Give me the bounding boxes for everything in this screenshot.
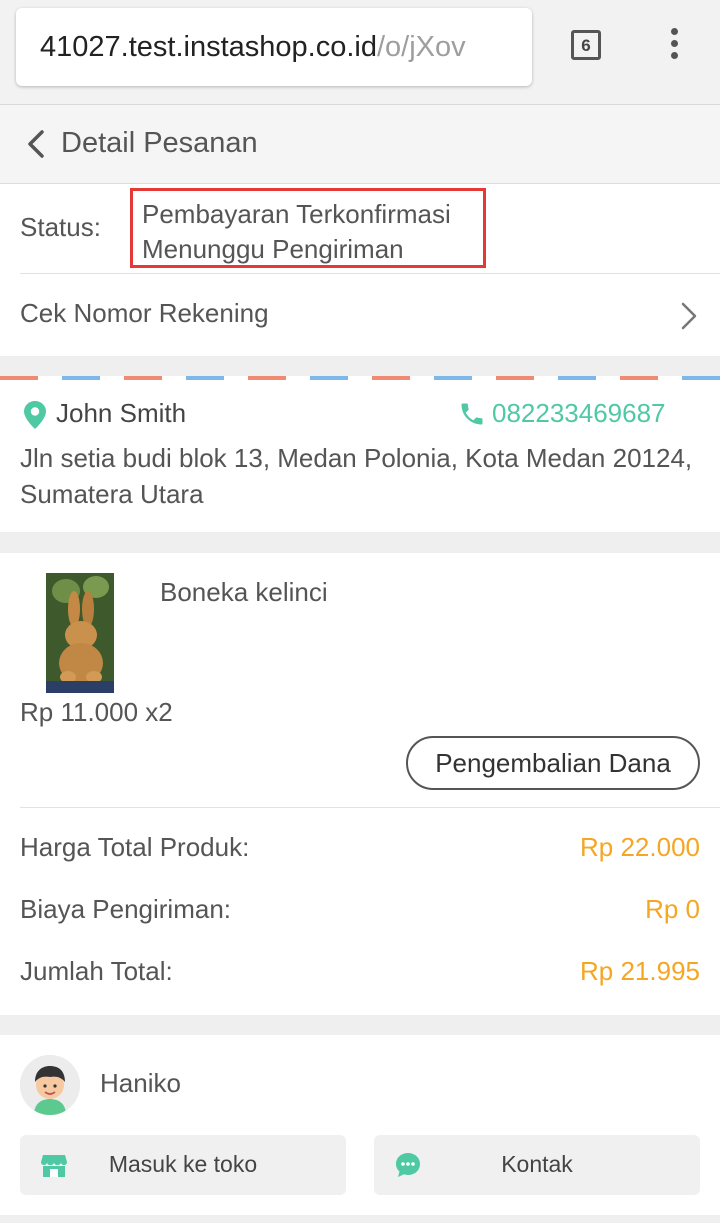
recipient-name: John Smith [56,398,187,428]
enter-store-button[interactable]: Masuk ke toko [20,1135,346,1195]
phone-icon [461,403,483,425]
url-text[interactable]: 41027.test.instashop.co.id/o/jXov [40,30,466,64]
seller-name[interactable]: Haniko [100,1068,181,1099]
shipping-cost-label: Biaya Pengiriman: [20,894,231,924]
grand-total-label: Jumlah Total: [20,956,173,986]
url-host: 41027.test.instashop.co.id [40,31,377,63]
check-account-number-row[interactable]: Cek Nomor Rekening [0,274,720,356]
product-name[interactable]: Boneka kelinci [160,577,328,608]
contact-button[interactable]: Kontak [374,1135,700,1195]
shipping-address: Jln setia budi blok 13, Medan Polonia, K… [20,443,693,509]
status-line-1: Pembayaran Terkonfirmasi [142,199,451,229]
status-card: Status: Pembayaran Terkonfirmasi Menungg… [0,184,720,356]
page-header: Detail Pesanan [0,105,720,184]
summary-row-product-total: Harga Total Produk: Rp 22.000 [0,832,720,872]
order-items-card: Boneka kelinci Rp 11.000 x2 Pengembalian… [0,553,720,1015]
shipping-cost-value: Rp 0 [645,894,700,924]
browser-toolbar: 41027.test.instashop.co.id/o/jXov 6 [0,0,720,105]
chevron-right-icon [681,302,697,330]
status-label: Status: [20,212,101,242]
product-image[interactable] [46,573,114,693]
recipient-phone[interactable]: 082233469687 [492,398,666,429]
page-title: Detail Pesanan [61,127,258,159]
refund-button[interactable]: Pengembalian Dana [406,736,700,790]
airmail-border [0,376,720,380]
contact-label: Kontak [501,1151,573,1177]
shipping-address-card: John Smith 082233469687 Jln setia budi b… [0,376,720,532]
check-account-number-label: Cek Nomor Rekening [20,298,269,328]
product-total-value: Rp 22.000 [580,832,700,862]
summary-row-shipping-cost: Biaya Pengiriman: Rp 0 [0,894,720,934]
address-bar[interactable]: 41027.test.instashop.co.id/o/jXov [16,8,532,86]
url-path: /o/jXov [376,31,466,63]
enter-store-label: Masuk ke toko [108,1151,258,1177]
grand-total-value: Rp 21.995 [580,956,700,986]
seller-card: Haniko Masuk ke toko Kontak [0,1035,720,1215]
divider [20,807,720,808]
summary-row-grand-total: Jumlah Total: Rp 21.995 [0,956,720,996]
tab-count: 6 [581,36,591,55]
tab-switcher-icon[interactable]: 6 [571,30,601,60]
product-total-label: Harga Total Produk: [20,832,250,862]
status-line-2: Menunggu Pengiriman [142,234,404,264]
kebab-menu-icon[interactable] [664,28,684,68]
back-arrow-icon[interactable] [24,129,48,159]
product-price-quantity: Rp 11.000 x2 [20,697,173,727]
status-value: Pembayaran Terkonfirmasi Menunggu Pengir… [130,188,486,268]
location-pin-icon [24,401,46,429]
avatar[interactable] [20,1055,80,1115]
